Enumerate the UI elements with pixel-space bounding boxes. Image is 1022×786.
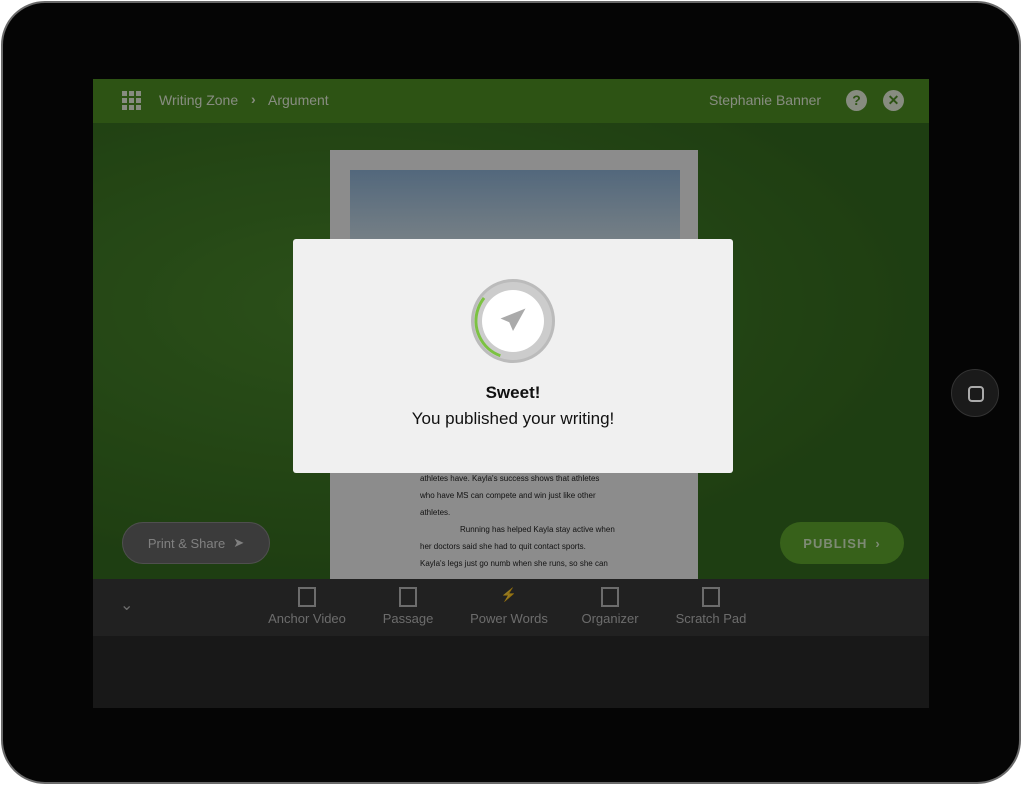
published-dialog: Sweet! You published your writing! bbox=[293, 239, 733, 473]
dialog-message: You published your writing! bbox=[411, 409, 615, 428]
app-screen: Writing Zone › Argument Stephanie Banner… bbox=[93, 79, 929, 708]
progress-ring bbox=[471, 279, 555, 363]
home-button[interactable] bbox=[951, 369, 999, 417]
paper-plane-icon bbox=[500, 308, 526, 331]
dialog-title: Sweet! bbox=[485, 383, 541, 402]
